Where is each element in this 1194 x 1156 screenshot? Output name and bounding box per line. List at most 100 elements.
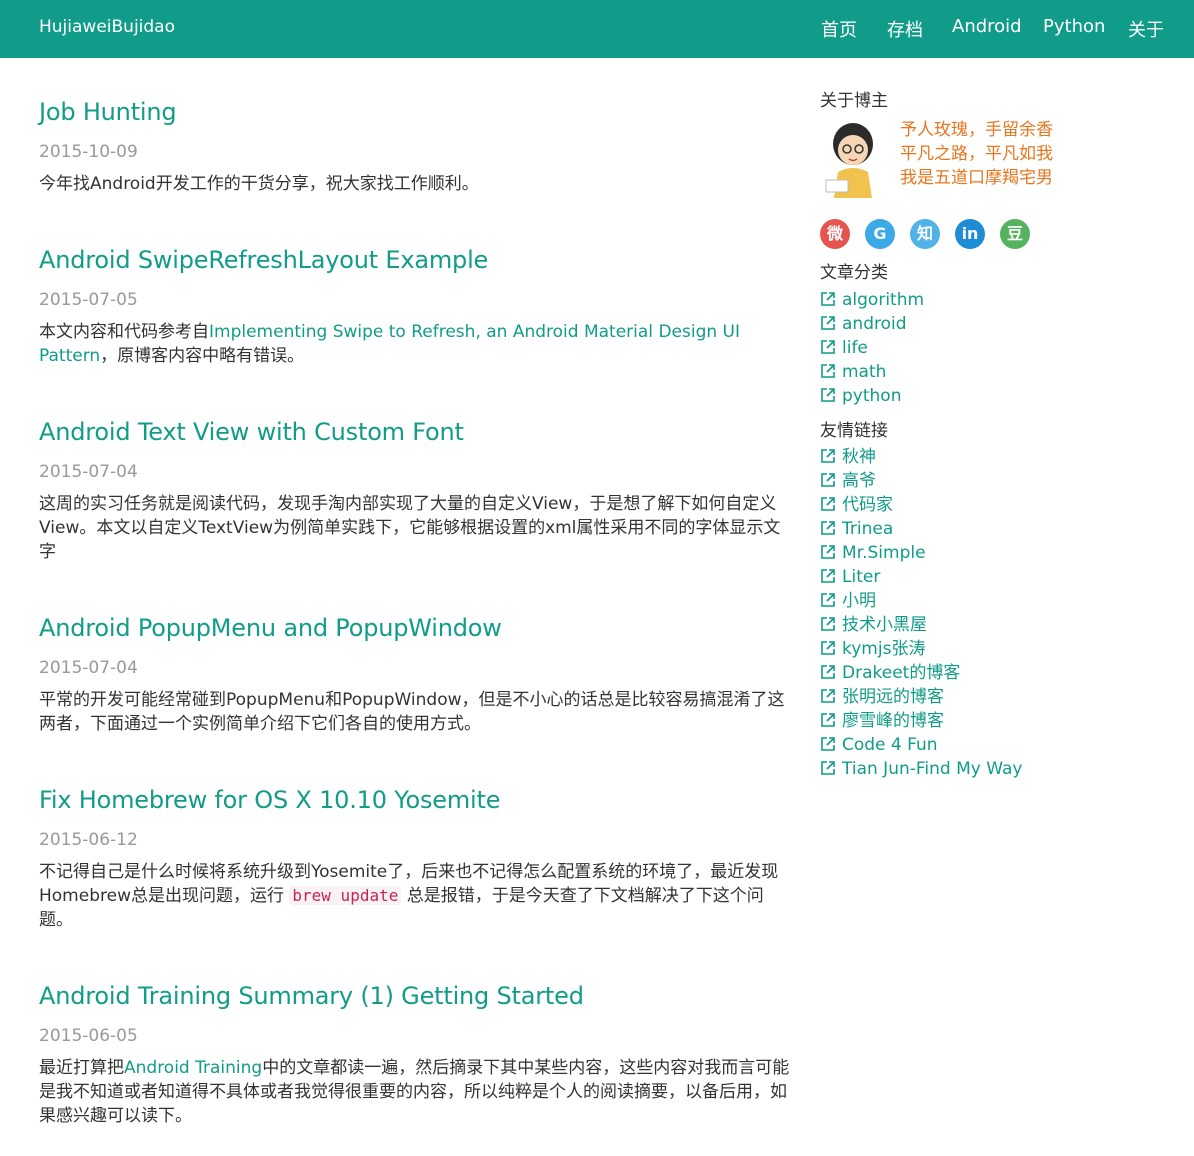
- post-date: 2015-06-05: [39, 1026, 138, 1046]
- external-link-icon: [821, 713, 835, 727]
- excerpt-text: ，原博客内容中略有错误。: [100, 346, 305, 366]
- category-link-label: life: [842, 338, 868, 358]
- friend-link-label: 张明远的博客: [842, 687, 944, 707]
- motto-line: 予人玫瑰，手留余香: [900, 120, 1053, 140]
- friend-link[interactable]: Drakeet的博客: [820, 661, 960, 685]
- friend-link[interactable]: Tian Jun-Find My Way: [820, 757, 1022, 781]
- post-date: 2015-10-09: [39, 142, 138, 162]
- external-link-icon: [821, 497, 835, 511]
- external-link-icon: [821, 761, 835, 775]
- nav-link-android[interactable]: Android: [952, 16, 1022, 37]
- linkedin-icon[interactable]: in: [955, 219, 985, 249]
- category-link[interactable]: algorithm: [820, 288, 924, 312]
- friend-link-label: 廖雪峰的博客: [842, 711, 944, 731]
- post-date: 2015-07-04: [39, 658, 138, 678]
- external-link-icon: [821, 593, 835, 607]
- external-link-icon: [821, 473, 835, 487]
- external-link-icon: [821, 737, 835, 751]
- zhihu-icon[interactable]: 知: [910, 219, 940, 249]
- external-link-icon: [821, 569, 835, 583]
- nav-link-python[interactable]: Python: [1043, 16, 1105, 37]
- avatar: [825, 123, 873, 198]
- post-title-link[interactable]: Job Hunting: [39, 98, 177, 126]
- external-link-icon: [821, 364, 835, 378]
- external-link-icon: [821, 388, 835, 402]
- external-link-icon: [821, 641, 835, 655]
- post-excerpt: 这周的实习任务就是阅读代码，发现手淘内部实现了大量的自定义View，于是想了解下…: [39, 494, 781, 562]
- weibo-icon[interactable]: 微: [820, 219, 850, 249]
- nav-link-home[interactable]: 首页: [821, 16, 857, 42]
- external-link-icon: [821, 316, 835, 330]
- external-link-icon: [821, 665, 835, 679]
- friend-link-label: 小明: [842, 591, 876, 611]
- external-link-icon: [821, 521, 835, 535]
- motto-line: 我是五道口摩羯宅男: [900, 168, 1053, 188]
- friend-link-label: 高爷: [842, 471, 876, 491]
- category-link[interactable]: life: [820, 336, 868, 360]
- friend-links-heading: 友情链接: [820, 421, 888, 441]
- friend-link-label: Drakeet的博客: [842, 663, 961, 683]
- friend-link[interactable]: Code 4 Fun: [820, 733, 938, 757]
- excerpt-text: 最近打算把: [39, 1058, 124, 1078]
- top-navbar: HujiaweiBujidao 首页 存档 Android Python 关于: [0, 0, 1194, 58]
- external-link-icon: [821, 449, 835, 463]
- friend-link[interactable]: 秋神: [820, 445, 876, 469]
- friend-link-label: Trinea: [842, 519, 894, 539]
- inline-code: brew update: [289, 886, 402, 905]
- nav-link-about[interactable]: 关于: [1128, 16, 1164, 42]
- friend-link[interactable]: Mr.Simple: [820, 541, 926, 565]
- friend-link[interactable]: 高爷: [820, 469, 876, 493]
- post-date: 2015-06-12: [39, 830, 138, 850]
- categories-heading: 文章分类: [820, 263, 888, 283]
- friend-link-label: 代码家: [842, 495, 893, 515]
- friend-link[interactable]: Trinea: [820, 517, 893, 541]
- post-title-link[interactable]: Android Training Summary (1) Getting Sta…: [39, 982, 584, 1010]
- post-title-link[interactable]: Android PopupMenu and PopupWindow: [39, 614, 502, 642]
- motto-line: 平凡之路，平凡如我: [900, 144, 1053, 164]
- friend-link[interactable]: 代码家: [820, 493, 893, 517]
- post-excerpt: 不记得自己是什么时候将系统升级到Yosemite了，后来也不记得怎么配置系统的环…: [39, 860, 791, 932]
- friend-link[interactable]: kymjs张涛: [820, 637, 925, 661]
- friend-link-label: 秋神: [842, 447, 876, 467]
- post-excerpt: 今年找Android开发工作的干货分享，祝大家找工作顺利。: [39, 174, 479, 194]
- post-title-link[interactable]: Fix Homebrew for OS X 10.10 Yosemite: [39, 786, 500, 814]
- post-excerpt: 最近打算把Android Training中的文章都读一遍，然后摘录下其中某些内…: [39, 1056, 791, 1128]
- external-link-icon: [821, 292, 835, 306]
- friend-link[interactable]: Liter: [820, 565, 880, 589]
- external-link-icon: [821, 340, 835, 354]
- about-heading: 关于博主: [820, 91, 888, 111]
- friend-link-label: Mr.Simple: [842, 543, 926, 563]
- external-link-icon: [821, 617, 835, 631]
- github-icon[interactable]: G: [865, 219, 895, 249]
- post-title-link[interactable]: Android Text View with Custom Font: [39, 418, 464, 446]
- category-link-label: algorithm: [842, 290, 925, 310]
- friend-link[interactable]: 廖雪峰的博客: [820, 709, 944, 733]
- post-excerpt: 平常的开发可能经常碰到PopupMenu和PopupWindow，但是不小心的话…: [39, 690, 785, 734]
- post-title-link[interactable]: Android SwipeRefreshLayout Example: [39, 246, 488, 274]
- category-link-label: android: [842, 314, 907, 334]
- category-link[interactable]: math: [820, 360, 886, 384]
- douban-icon[interactable]: 豆: [1000, 219, 1030, 249]
- category-link[interactable]: python: [820, 384, 901, 408]
- post-date: 2015-07-05: [39, 290, 138, 310]
- nav-link-archive[interactable]: 存档: [887, 16, 923, 42]
- friend-link[interactable]: 技术小黑屋: [820, 613, 927, 637]
- friend-link-label: 技术小黑屋: [842, 615, 927, 635]
- post-date: 2015-07-04: [39, 462, 138, 482]
- friend-link-label: Code 4 Fun: [842, 735, 938, 755]
- friend-link-label: Liter: [842, 567, 881, 587]
- friend-link[interactable]: 小明: [820, 589, 876, 613]
- excerpt-training-link[interactable]: Android Training: [124, 1058, 262, 1078]
- category-link-label: python: [842, 386, 902, 406]
- external-link-icon: [821, 689, 835, 703]
- external-link-icon: [821, 545, 835, 559]
- category-link[interactable]: android: [820, 312, 907, 336]
- excerpt-text: 本文内容和代码参考自: [39, 322, 209, 342]
- blogger-motto: 予人玫瑰，手留余香 平凡之路，平凡如我 我是五道口摩羯宅男: [900, 118, 1053, 190]
- post-excerpt: 本文内容和代码参考自Implementing Swipe to Refresh,…: [39, 320, 791, 368]
- friend-link-label: Tian Jun-Find My Way: [842, 759, 1023, 779]
- category-link-label: math: [842, 362, 887, 382]
- friend-link[interactable]: 张明远的博客: [820, 685, 944, 709]
- friend-link-label: kymjs张涛: [842, 639, 926, 659]
- site-brand-link[interactable]: HujiaweiBujidao: [39, 17, 175, 37]
